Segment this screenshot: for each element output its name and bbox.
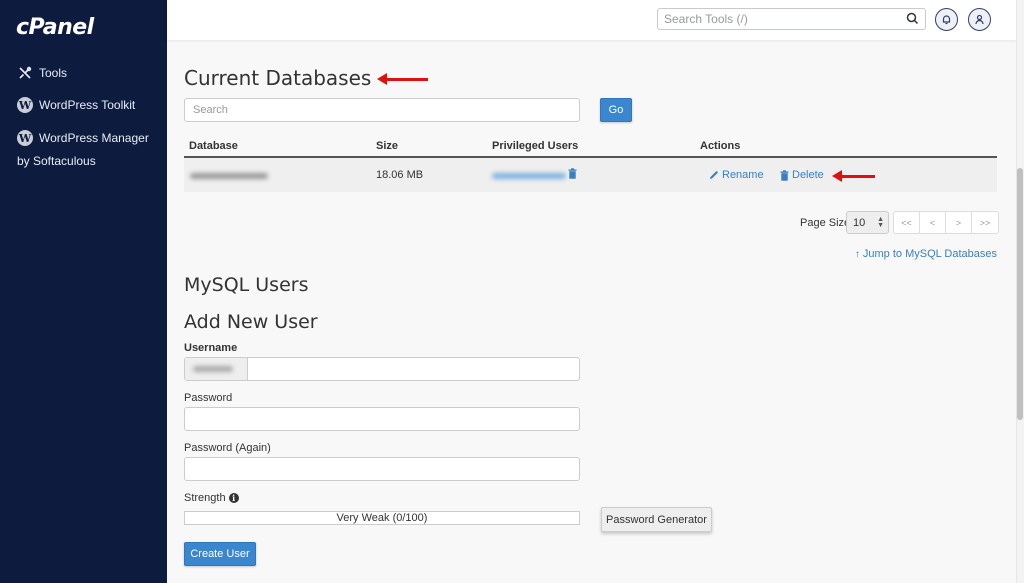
jump-to-mysql-databases-link[interactable]: ↑ Jump to MySQL Databases bbox=[855, 248, 997, 260]
remove-user-trash-icon[interactable] bbox=[568, 168, 577, 182]
search-tools-input[interactable] bbox=[658, 9, 888, 29]
column-header-actions: Actions bbox=[700, 140, 741, 152]
password-field[interactable] bbox=[184, 407, 580, 431]
page-size-select[interactable]: 10 ▲ ▼ bbox=[846, 211, 889, 234]
table-header: Database Size Privileged Users Actions bbox=[184, 136, 997, 158]
strength-label: Strength bbox=[184, 492, 226, 504]
go-button[interactable]: Go bbox=[600, 98, 632, 122]
prev-page-button[interactable]: < bbox=[920, 212, 946, 233]
first-page-button[interactable]: << bbox=[894, 212, 920, 233]
username-prefix-redacted bbox=[193, 366, 233, 372]
page-size-label: Page Size bbox=[800, 217, 851, 229]
databases-table: Database Size Privileged Users Actions 1… bbox=[184, 136, 997, 192]
user-menu-button[interactable] bbox=[968, 8, 991, 31]
user-icon bbox=[975, 14, 984, 25]
jump-link-label: Jump to MySQL Databases bbox=[862, 248, 997, 260]
search-tools-box[interactable] bbox=[657, 8, 926, 30]
database-name-redacted bbox=[190, 173, 268, 179]
select-spinner-icon: ▲ ▼ bbox=[877, 216, 884, 229]
arrow-up-icon: ↑ bbox=[854, 248, 860, 260]
column-header-size[interactable]: Size bbox=[376, 140, 398, 152]
strength-text: Very Weak (0/100) bbox=[336, 512, 428, 524]
delete-link[interactable]: Delete bbox=[780, 169, 824, 181]
delete-label: Delete bbox=[792, 169, 824, 181]
last-page-button[interactable]: >> bbox=[972, 212, 998, 233]
current-databases-title: Current Databases bbox=[184, 66, 372, 90]
notifications-button[interactable] bbox=[935, 8, 958, 31]
info-icon[interactable]: i bbox=[228, 493, 239, 503]
scrollbar-thumb[interactable] bbox=[1017, 168, 1023, 420]
sidebar-item-wordpress-toolkit[interactable]: W WordPress Toolkit bbox=[17, 97, 135, 113]
password-again-field[interactable] bbox=[184, 457, 580, 481]
annotation-arrow-delete bbox=[832, 170, 875, 182]
sidebar-item-wordpress-manager[interactable]: W WordPress Manager bbox=[17, 130, 149, 146]
privileged-user-redacted[interactable] bbox=[492, 173, 566, 179]
username-label: Username bbox=[184, 342, 238, 354]
top-header bbox=[167, 0, 1016, 40]
wordpress-icon: W bbox=[17, 97, 33, 113]
cpanel-logo[interactable]: cPanel bbox=[16, 15, 94, 40]
rename-link[interactable]: Rename bbox=[709, 169, 764, 181]
create-user-button[interactable]: Create User bbox=[184, 542, 256, 566]
database-size: 18.06 MB bbox=[376, 169, 424, 181]
column-header-privileged-users: Privileged Users bbox=[492, 140, 579, 152]
password-again-label: Password (Again) bbox=[184, 442, 271, 454]
bell-icon bbox=[942, 15, 951, 25]
annotation-arrow-title bbox=[377, 73, 428, 85]
trash-icon bbox=[780, 169, 789, 181]
next-page-button[interactable]: > bbox=[946, 212, 972, 233]
database-search-input[interactable] bbox=[184, 98, 580, 122]
column-header-database[interactable]: Database bbox=[189, 140, 238, 152]
sidebar-item-label: WordPress Toolkit bbox=[39, 98, 136, 112]
add-new-user-title: Add New User bbox=[184, 311, 318, 333]
mysql-users-title: MySQL Users bbox=[184, 274, 309, 296]
tools-icon bbox=[17, 65, 33, 81]
rename-label: Rename bbox=[722, 169, 764, 181]
search-icon[interactable] bbox=[906, 12, 919, 30]
sidebar-item-label: WordPress Manager bbox=[39, 131, 149, 145]
pagination: << < > >> bbox=[893, 211, 999, 234]
password-strength-meter: Very Weak (0/100) bbox=[184, 511, 580, 525]
sidebar-item-label: Tools bbox=[39, 66, 68, 80]
username-field[interactable] bbox=[184, 357, 580, 381]
sidebar: cPanel Tools W WordPress Toolkit W WordP… bbox=[0, 0, 167, 583]
username-prefix bbox=[185, 358, 248, 380]
password-label: Password bbox=[184, 392, 233, 404]
wordpress-icon: W bbox=[17, 130, 33, 146]
pencil-icon bbox=[710, 171, 718, 179]
strength-label-row: Strength i bbox=[184, 492, 239, 504]
sidebar-item-tools[interactable]: Tools bbox=[17, 65, 67, 81]
sidebar-item-sublabel[interactable]: by Softaculous bbox=[17, 154, 96, 168]
password-generator-button[interactable]: Password Generator bbox=[601, 507, 712, 532]
page-size-value: 10 bbox=[853, 216, 866, 229]
table-row: 18.06 MB Rename Delete bbox=[184, 158, 997, 192]
